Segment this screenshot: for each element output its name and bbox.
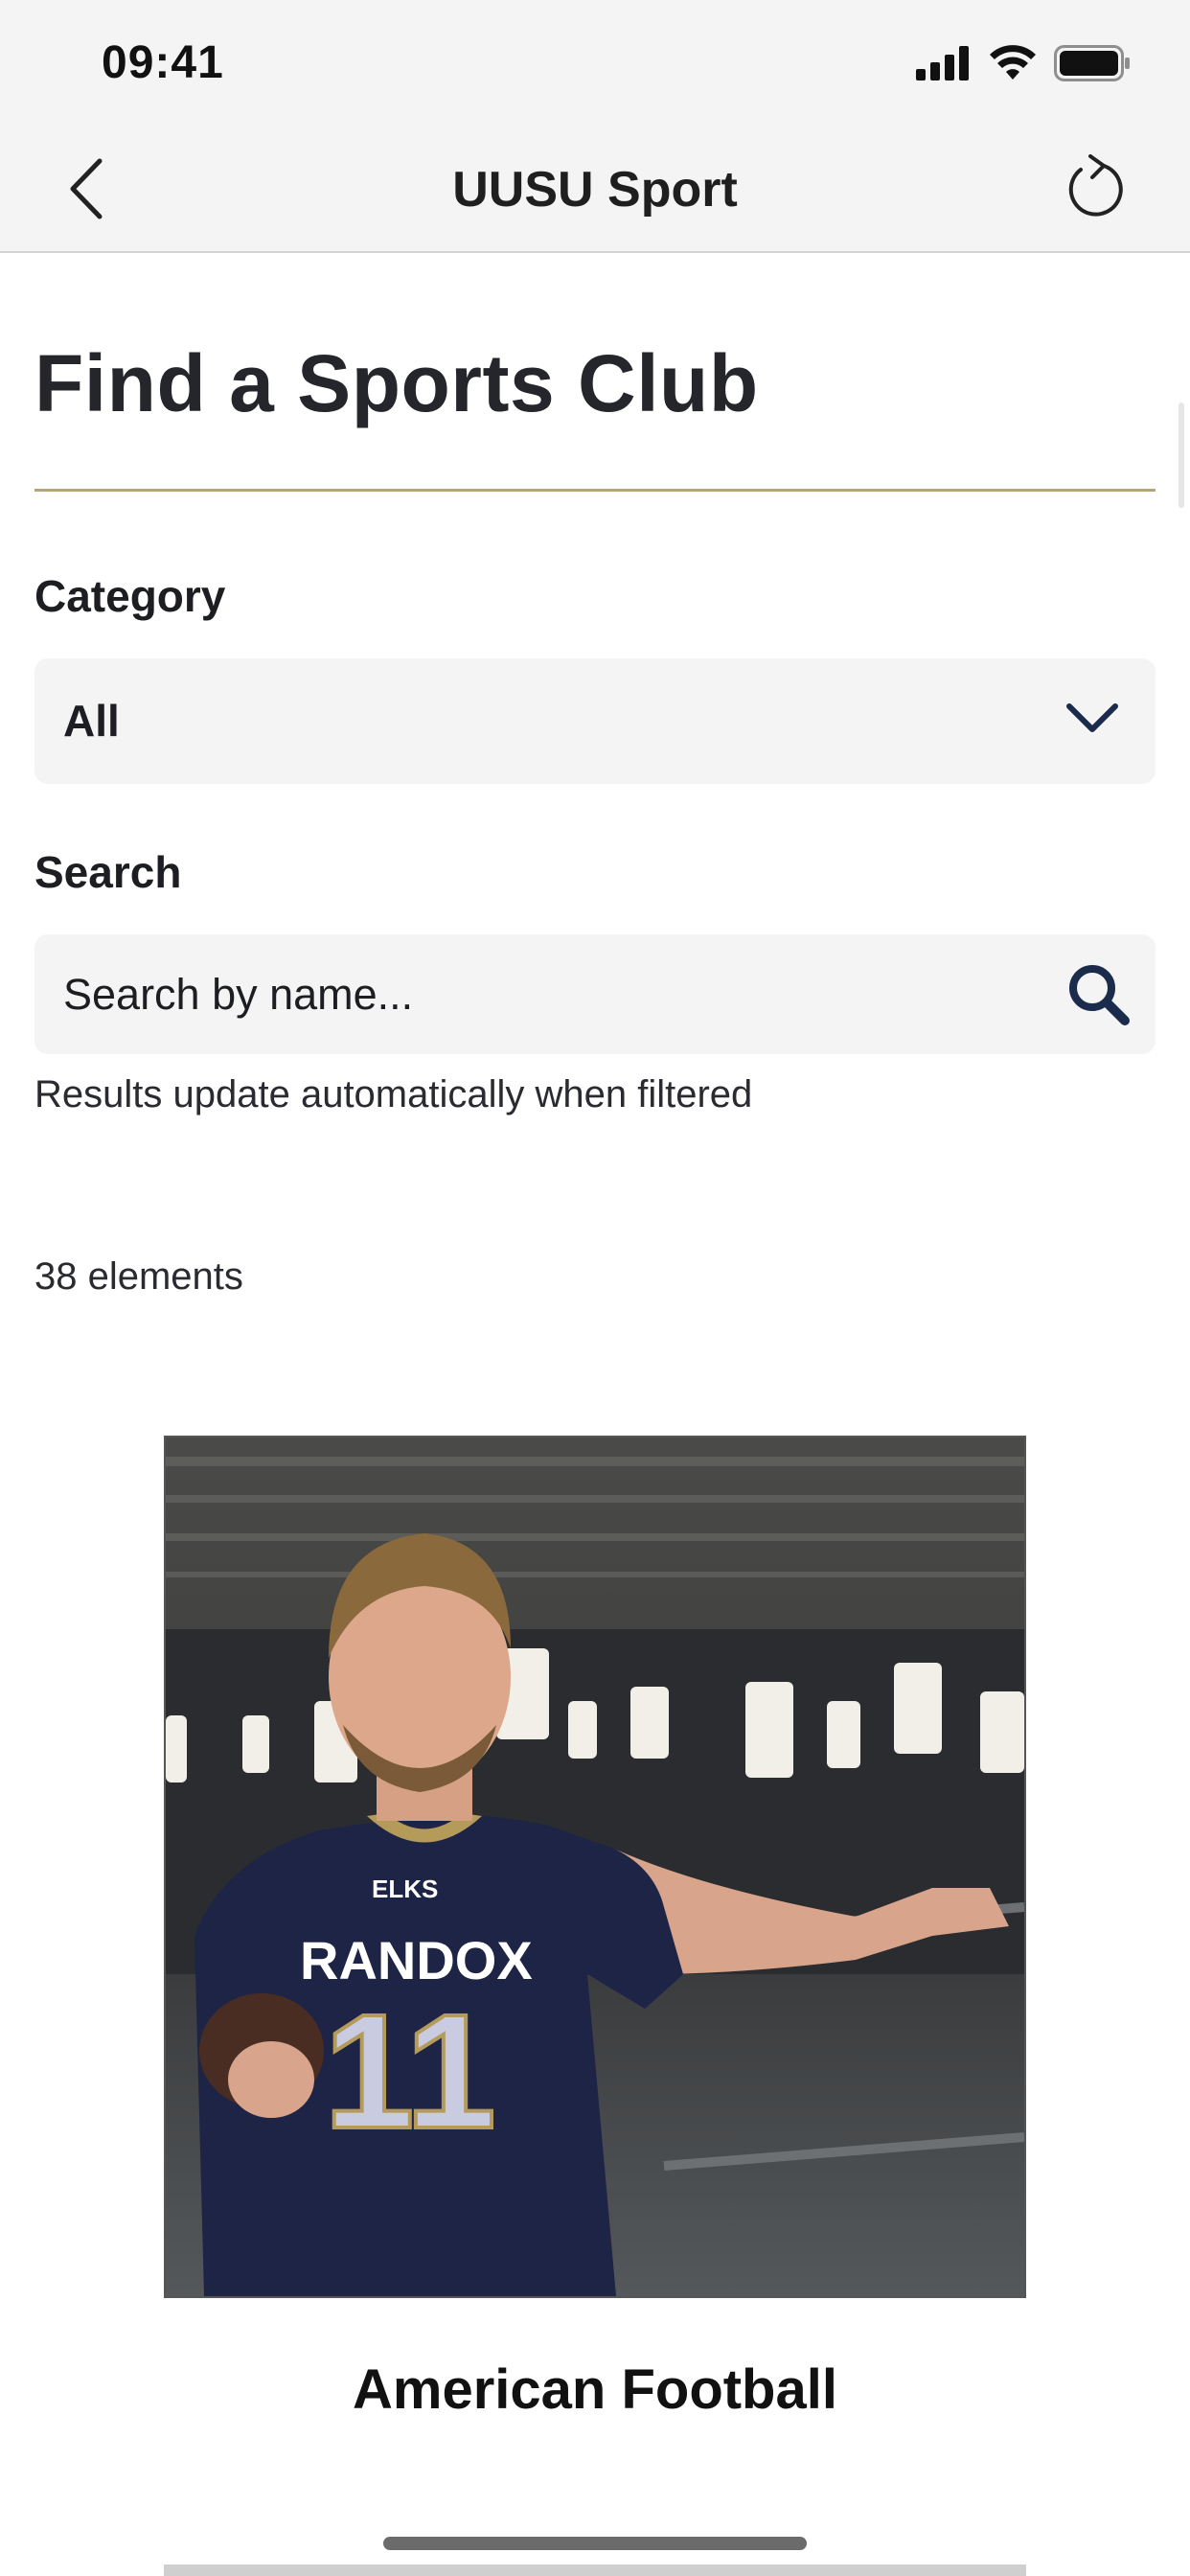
wifi-icon: [990, 45, 1036, 80]
cellular-signal-icon: [916, 46, 969, 80]
svg-text:ELKS: ELKS: [372, 1874, 438, 1903]
navigation-bar: UUSU Sport: [0, 126, 1190, 253]
refresh-icon: [1068, 154, 1123, 217]
club-name[interactable]: American Football: [0, 2358, 1190, 2422]
category-select[interactable]: All: [34, 658, 1156, 784]
chevron-down-icon: [1066, 703, 1118, 732]
american-football-player-photo: RANDOX 11 ELKS: [166, 1438, 1024, 2296]
battery-icon: [1054, 45, 1130, 81]
home-indicator[interactable]: [383, 2537, 807, 2550]
search-field[interactable]: [34, 934, 1156, 1054]
status-icons: [916, 44, 1131, 82]
search-label: Search: [34, 847, 182, 897]
next-club-photo[interactable]: [164, 2564, 1026, 2576]
filter-hint-text: Results update automatically when filter…: [34, 1073, 753, 1116]
svg-text:11: 11: [324, 1981, 496, 2163]
refresh-button[interactable]: [1060, 151, 1133, 224]
club-photo[interactable]: RANDOX 11 ELKS: [164, 1436, 1026, 2298]
category-selected-value: All: [63, 696, 120, 746]
search-icon[interactable]: [1065, 961, 1131, 1026]
page-title: Find a Sports Club: [34, 338, 759, 428]
app-screen: 09:41 UUSU Sport Find a Sports Club Cate…: [0, 0, 1190, 2576]
scroll-indicator[interactable]: [1179, 402, 1184, 508]
search-input[interactable]: [63, 961, 1021, 1028]
status-time: 09:41: [102, 37, 224, 88]
category-label: Category: [34, 571, 226, 621]
results-count: 38 elements: [34, 1255, 243, 1298]
status-bar: 09:41: [0, 0, 1190, 126]
nav-title: UUSU Sport: [452, 162, 738, 218]
title-divider: [34, 489, 1156, 492]
